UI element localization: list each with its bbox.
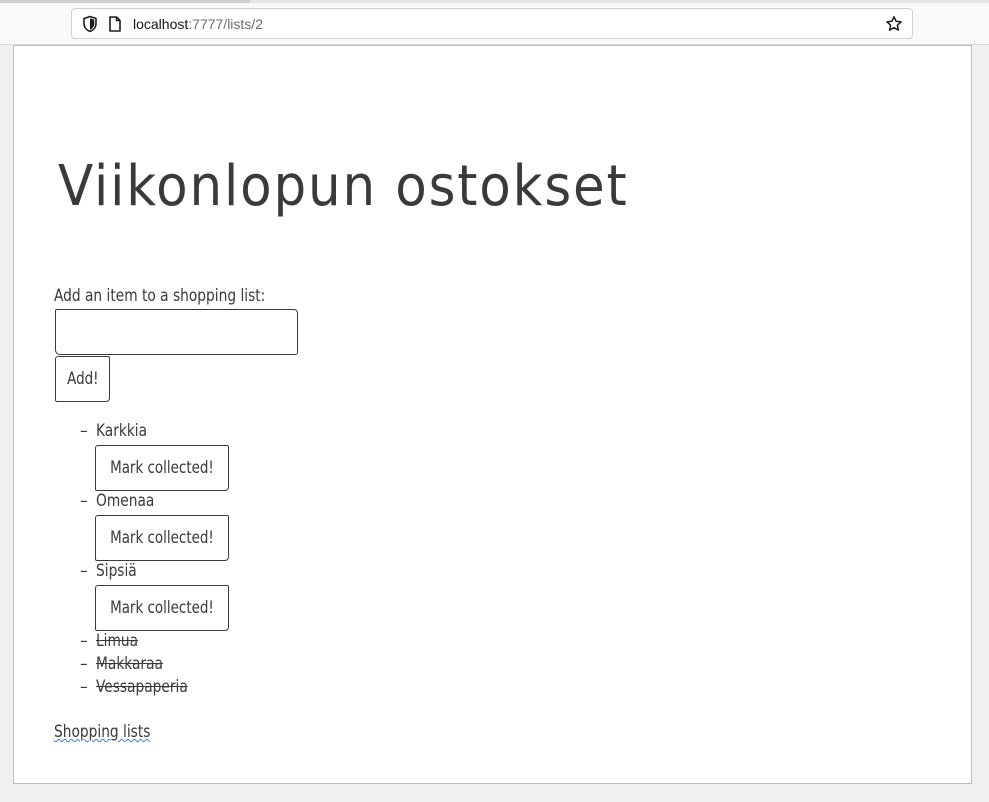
mark-collected-label: Mark collected!	[110, 458, 214, 478]
url-path: :7777/lists/2	[188, 16, 263, 32]
mark-collected-label: Mark collected!	[110, 528, 214, 548]
url-text[interactable]: localhost:7777/lists/2	[133, 15, 263, 33]
add-item-label: Add an item to a shopping list:	[54, 286, 266, 306]
list-item: – Sipsiä	[80, 560, 141, 582]
add-item-button-label: Add!	[66, 369, 99, 389]
list-item: – Karkkia	[80, 420, 153, 442]
mark-collected-button[interactable]: Mark collected!	[95, 445, 229, 491]
list-item-collected: – Vessapaperia	[80, 676, 198, 698]
list-bullet: –	[80, 561, 88, 581]
bookmark-star-icon[interactable]	[885, 15, 903, 33]
item-name: Omenaa	[96, 491, 155, 511]
list-bullet: –	[80, 421, 88, 441]
page-viewport: Viikonlopun ostokset Add an item to a sh…	[13, 45, 972, 784]
item-name: Limua	[96, 631, 139, 651]
list-item-action: Mark collected!	[95, 585, 229, 631]
list-item-action: Mark collected!	[95, 445, 229, 491]
item-name: Vessapaperia	[96, 677, 188, 697]
item-name: Sipsiä	[96, 561, 137, 581]
mark-collected-button[interactable]: Mark collected!	[95, 515, 229, 561]
list-item-collected: – Limua	[80, 630, 143, 652]
list-item-collected: – Makkaraa	[80, 653, 170, 675]
mark-collected-button[interactable]: Mark collected!	[95, 585, 229, 631]
browser-toolbar: localhost:7777/lists/2	[0, 3, 989, 45]
item-name-input[interactable]	[55, 309, 298, 355]
list-bullet: –	[80, 677, 88, 697]
shield-icon[interactable]	[82, 15, 98, 33]
page-title: Viikonlopun ostokset	[58, 154, 629, 219]
add-item-button[interactable]: Add!	[55, 356, 110, 402]
list-item: – Omenaa	[80, 490, 161, 512]
item-name: Makkaraa	[96, 654, 163, 674]
address-bar[interactable]: localhost:7777/lists/2	[71, 8, 913, 39]
shopping-lists-link[interactable]: Shopping lists	[54, 721, 150, 743]
list-item-action: Mark collected!	[95, 515, 229, 561]
list-bullet: –	[80, 654, 88, 674]
mark-collected-label: Mark collected!	[110, 598, 214, 618]
url-host: localhost	[133, 16, 189, 32]
list-bullet: –	[80, 631, 88, 651]
page-icon	[109, 16, 121, 32]
list-bullet: –	[80, 491, 88, 511]
item-name: Karkkia	[96, 421, 148, 441]
